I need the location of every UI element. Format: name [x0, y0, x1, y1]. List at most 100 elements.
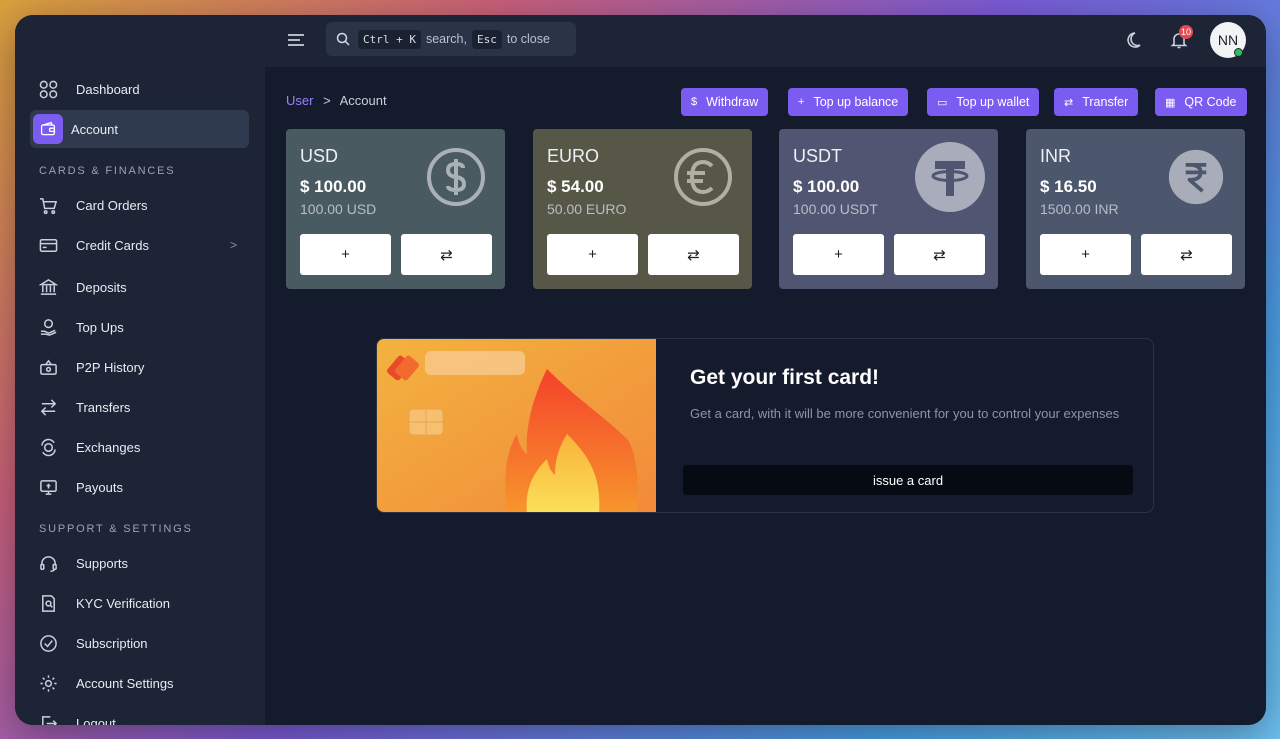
sidebar-item-credit-cards[interactable]: Credit Cards >	[30, 226, 249, 264]
breadcrumb-separator: >	[323, 93, 331, 108]
sidebar-item-card-orders[interactable]: Card Orders	[30, 186, 249, 224]
wallet-exchange-button[interactable]: ⇄	[894, 234, 985, 275]
breadcrumb-current: Account	[339, 93, 387, 108]
wallet-exchange-button[interactable]: ⇄	[401, 234, 492, 275]
qr-icon: ▦	[1165, 96, 1176, 109]
sidebar-item-label: Deposits	[76, 279, 127, 295]
sidebar-item-label: Card Orders	[76, 197, 148, 213]
sidebar-item-payouts[interactable]: Payouts	[30, 468, 249, 506]
sidebar-item-label: Account Settings	[76, 675, 174, 691]
wallet-native-amount: 100.00 USDT	[793, 201, 878, 217]
exchange-icon	[38, 437, 58, 457]
sidebar-item-account-settings[interactable]: Account Settings	[30, 664, 249, 702]
qr-code-button[interactable]: ▦ QR Code	[1155, 88, 1247, 116]
button-label: Top up wallet	[956, 95, 1030, 109]
bank-icon	[38, 277, 58, 297]
sidebar-item-label: Dashboard	[76, 81, 140, 97]
cart-icon	[38, 195, 58, 215]
wallet-amount: $ 16.50	[1040, 177, 1097, 196]
sidebar-item-transfers[interactable]: Transfers	[30, 388, 249, 426]
shortcut-key-ctrl-k: Ctrl + K	[358, 29, 421, 49]
sidebar-item-label: Transfers	[76, 399, 131, 415]
wallet-currency: INR	[1040, 146, 1071, 166]
plus-icon: +	[798, 96, 805, 108]
get-card-promo: Get your first card! Get a card, with it…	[376, 338, 1154, 513]
top-up-balance-button[interactable]: + Top up balance	[788, 88, 909, 116]
section-title-support: SUPPORT & SETTINGS	[39, 523, 193, 535]
sidebar-item-account[interactable]: Account	[30, 110, 249, 148]
transfer-small-icon: ⇄	[1064, 96, 1074, 109]
issue-card-button[interactable]: issue a card	[683, 465, 1133, 495]
id-document-icon	[38, 593, 58, 613]
section-title-cards: CARDS & FINANCES	[39, 165, 176, 177]
sidebar-item-supports[interactable]: Supports	[30, 544, 249, 582]
fire-card-image	[377, 339, 656, 512]
wallet-currency: USD	[300, 146, 339, 166]
wallet-amount: $ 100.00	[793, 177, 860, 196]
dollar-icon: $	[691, 96, 698, 108]
sidebar-item-subscription[interactable]: Subscription	[30, 624, 249, 662]
moon-icon[interactable]	[1126, 30, 1146, 50]
sidebar-item-label: Subscription	[76, 635, 148, 651]
transfer-button[interactable]: ⇄ Transfer	[1054, 88, 1139, 116]
payout-icon	[38, 477, 58, 497]
dollar-circle-icon	[427, 148, 485, 206]
wallet-add-button[interactable]: +	[1040, 234, 1131, 275]
sidebar-item-label: Credit Cards	[76, 237, 149, 253]
button-label: Top up balance	[813, 95, 899, 109]
wallet-native-amount: 50.00 EURO	[547, 201, 627, 217]
sidebar-item-kyc[interactable]: KYC Verification	[30, 584, 249, 622]
wallet-add-button[interactable]: +	[793, 234, 884, 275]
breadcrumb: User > Account	[286, 93, 387, 108]
wallet-amount: $ 54.00	[547, 177, 604, 196]
menu-icon[interactable]	[285, 29, 307, 51]
wallet-currency: EURO	[547, 146, 600, 166]
sidebar-item-top-ups[interactable]: Top Ups	[30, 308, 249, 346]
sidebar-item-label: Account	[71, 121, 118, 137]
rupee-circle-icon	[1168, 149, 1224, 205]
app-window: Dashboard Account CARDS & FINANCES Card …	[15, 15, 1266, 725]
sidebar-item-label: KYC Verification	[76, 595, 170, 611]
wallet-card-inr: INR $ 16.50 1500.00 INR + ⇄	[1026, 129, 1245, 289]
promo-title: Get your first card!	[690, 366, 880, 389]
sidebar-item-dashboard[interactable]: Dashboard	[30, 70, 249, 108]
search-input[interactable]: Ctrl + K search, Esc to close	[326, 22, 576, 56]
promo-description: Get a card, with it will be more conveni…	[690, 406, 1120, 421]
grid-icon	[38, 79, 58, 99]
logout-icon	[38, 713, 58, 725]
sidebar-item-exchanges[interactable]: Exchanges	[30, 428, 249, 466]
transfer-icon	[38, 397, 58, 417]
tether-icon	[915, 142, 985, 212]
sidebar-item-label: Payouts	[76, 479, 123, 495]
sidebar-item-logout[interactable]: Logout	[30, 704, 249, 725]
euro-circle-icon	[674, 148, 732, 206]
wallet-amount: $ 100.00	[300, 177, 367, 196]
button-label: QR Code	[1184, 95, 1237, 109]
wallet-currency: USDT	[793, 146, 842, 166]
button-label: Withdraw	[706, 95, 759, 109]
wallet-small-icon: ▭	[937, 96, 948, 109]
wallet-native-amount: 1500.00 INR	[1040, 201, 1119, 217]
online-status-dot	[1234, 48, 1243, 57]
hand-coin-icon	[38, 317, 58, 337]
button-label: Transfer	[1082, 95, 1129, 109]
gear-icon	[38, 673, 58, 693]
subscription-icon	[38, 633, 58, 653]
credit-card-icon	[38, 235, 58, 255]
sidebar-item-p2p-history[interactable]: P2P History	[30, 348, 249, 386]
search-hint-text: search,	[425, 32, 467, 46]
wallet-add-button[interactable]: +	[547, 234, 638, 275]
p2p-icon	[38, 357, 58, 377]
wallet-add-button[interactable]: +	[300, 234, 391, 275]
sidebar-item-label: Top Ups	[76, 319, 124, 335]
withdraw-button[interactable]: $ Withdraw	[681, 88, 769, 116]
wallet-exchange-button[interactable]: ⇄	[648, 234, 739, 275]
breadcrumb-link-user[interactable]: User	[286, 93, 313, 108]
sidebar: Dashboard Account CARDS & FINANCES Card …	[15, 15, 265, 725]
sidebar-item-deposits[interactable]: Deposits	[30, 268, 249, 306]
wallet-native-amount: 100.00 USD	[300, 201, 377, 217]
wallet-exchange-button[interactable]: ⇄	[1141, 234, 1232, 275]
wallet-icon	[33, 114, 63, 144]
top-up-wallet-button[interactable]: ▭ Top up wallet	[927, 88, 1040, 116]
wallet-card-usdt: USDT $ 100.00 100.00 USDT + ⇄	[779, 129, 998, 289]
